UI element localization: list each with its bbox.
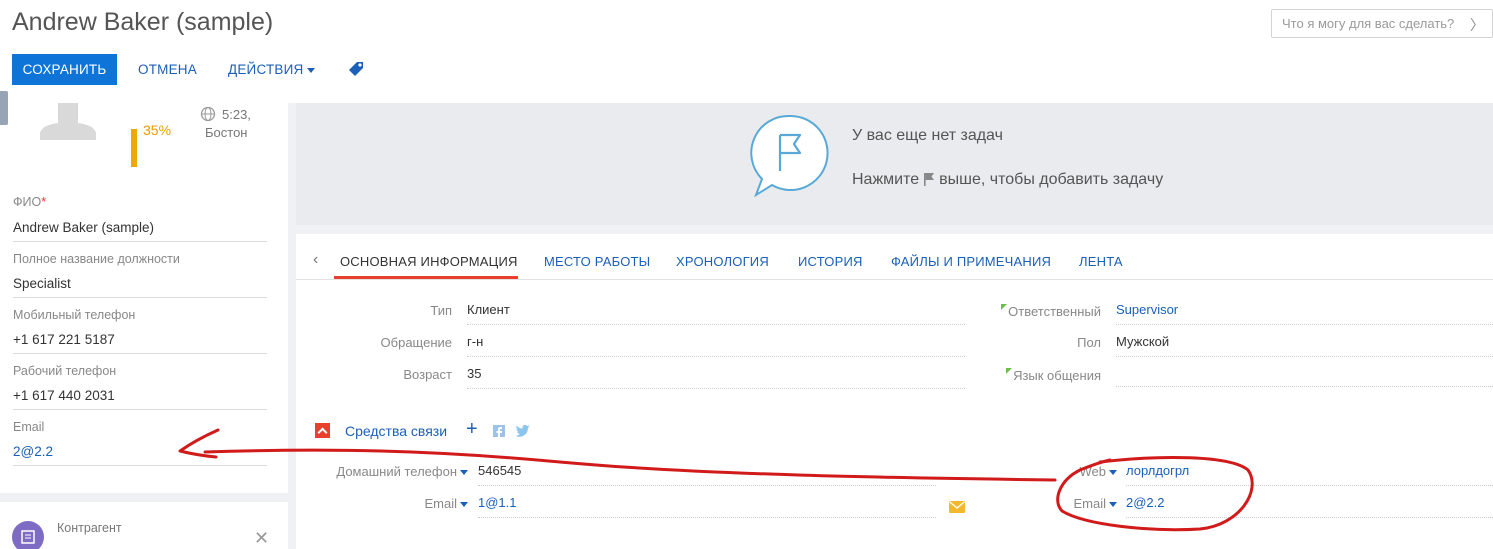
web-field[interactable]: лорлдогрл xyxy=(1126,463,1493,486)
avatar-icon[interactable] xyxy=(38,103,98,140)
facebook-icon[interactable] xyxy=(493,425,505,438)
flag-icon xyxy=(924,173,935,186)
age-label: Возраст xyxy=(403,367,452,382)
command-search[interactable]: 〉 xyxy=(1271,9,1493,38)
job-title-field[interactable]: Specialist xyxy=(13,276,267,298)
account-label: Контрагент xyxy=(57,521,122,535)
tab-workplace[interactable]: МЕСТО РАБОТЫ xyxy=(544,254,650,269)
caret-down-icon xyxy=(460,470,468,476)
email1-label[interactable]: Email xyxy=(318,496,468,511)
fio-label: ФИО* xyxy=(13,195,47,209)
caret-down-icon xyxy=(460,502,468,508)
age-field[interactable]: 35 xyxy=(467,366,965,389)
home-phone-field[interactable]: 546545 xyxy=(478,463,936,486)
gender-label: Пол xyxy=(1077,335,1101,350)
tasks-empty-title: У вас еще нет задач xyxy=(852,127,1003,144)
type-field[interactable]: Клиент xyxy=(467,302,965,325)
tab-basic-info[interactable]: ОСНОВНАЯ ИНФОРМАЦИЯ xyxy=(340,254,518,269)
language-field[interactable] xyxy=(1116,366,1493,387)
language-label: Язык общения xyxy=(980,368,1101,383)
flag-bubble-icon xyxy=(750,114,829,198)
salutation-field[interactable]: г-н xyxy=(467,334,965,357)
owner-label: Ответственный xyxy=(980,304,1101,319)
email1-field[interactable]: 1@1.1 xyxy=(478,495,936,518)
close-icon[interactable]: ✕ xyxy=(254,528,269,549)
active-tab-indicator xyxy=(334,276,518,279)
tabs-prev-icon[interactable]: ‹ xyxy=(313,251,318,269)
mobile-phone-field[interactable]: +1 617 221 5187 xyxy=(13,332,267,354)
gender-field[interactable]: Мужской xyxy=(1116,334,1493,357)
chevron-right-icon[interactable]: 〉 xyxy=(1470,15,1484,35)
web-label[interactable]: Web xyxy=(1000,464,1117,479)
owner-field[interactable]: Supervisor xyxy=(1116,302,1493,325)
work-phone-label: Рабочий телефон xyxy=(13,364,117,378)
account-icon xyxy=(12,521,44,549)
email-field[interactable]: 2@2.2 xyxy=(13,444,267,466)
local-time: 5:23, xyxy=(222,107,251,122)
search-input[interactable] xyxy=(1272,10,1462,37)
mobile-phone-label: Мобильный телефон xyxy=(13,308,136,322)
tab-timeline[interactable]: ХРОНОЛОГИЯ xyxy=(676,254,769,269)
home-phone-label[interactable]: Домашний телефон xyxy=(318,464,468,479)
cancel-button[interactable]: ОТМЕНА xyxy=(138,54,197,85)
required-corner-icon xyxy=(1001,304,1008,310)
caret-down-icon xyxy=(1109,502,1117,508)
tabs-divider xyxy=(296,279,1493,280)
section-collapse-button[interactable] xyxy=(315,423,330,438)
mail-icon[interactable] xyxy=(949,501,965,513)
twitter-icon[interactable] xyxy=(515,424,531,438)
email2-label[interactable]: Email xyxy=(1000,496,1117,511)
caret-down-icon xyxy=(1109,470,1117,476)
email2-field[interactable]: 2@2.2 xyxy=(1126,495,1493,518)
add-contact-button[interactable]: + xyxy=(466,418,478,441)
profile-card xyxy=(0,103,288,493)
salutation-label: Обращение xyxy=(380,335,452,350)
fio-field[interactable]: Andrew Baker (sample) xyxy=(13,220,267,242)
communications-section-title[interactable]: Средства связи xyxy=(345,423,447,439)
required-corner-icon xyxy=(1006,368,1013,374)
type-label: Тип xyxy=(430,303,452,318)
tag-icon[interactable] xyxy=(348,61,364,77)
completeness-bar xyxy=(131,129,137,167)
local-city: Бостон xyxy=(205,125,248,140)
save-button[interactable]: СОХРАНИТЬ xyxy=(12,54,117,85)
tab-feed[interactable]: ЛЕНТА xyxy=(1079,254,1123,269)
tasks-empty-hint: Нажмите выше, чтобы добавить задачу xyxy=(852,171,1164,188)
tasks-panel xyxy=(296,103,1493,225)
work-phone-field[interactable]: +1 617 440 2031 xyxy=(13,388,267,410)
collapse-panel-handle[interactable] xyxy=(0,91,8,125)
globe-clock-icon xyxy=(200,106,216,122)
tab-files-notes[interactable]: ФАЙЛЫ И ПРИМЕЧАНИЯ xyxy=(891,254,1051,269)
email-label: Email xyxy=(13,420,45,434)
job-title-label: Полное название должности xyxy=(13,252,180,266)
completeness-percent: 35% xyxy=(143,122,172,138)
cancel-label: ОТМЕНА xyxy=(138,62,197,77)
actions-dropdown[interactable]: ДЕЙСТВИЯ xyxy=(228,54,316,85)
caret-down-icon xyxy=(307,67,316,73)
page-title: Andrew Baker (sample) xyxy=(12,8,274,36)
tab-history[interactable]: ИСТОРИЯ xyxy=(798,254,863,269)
actions-label: ДЕЙСТВИЯ xyxy=(228,62,304,77)
